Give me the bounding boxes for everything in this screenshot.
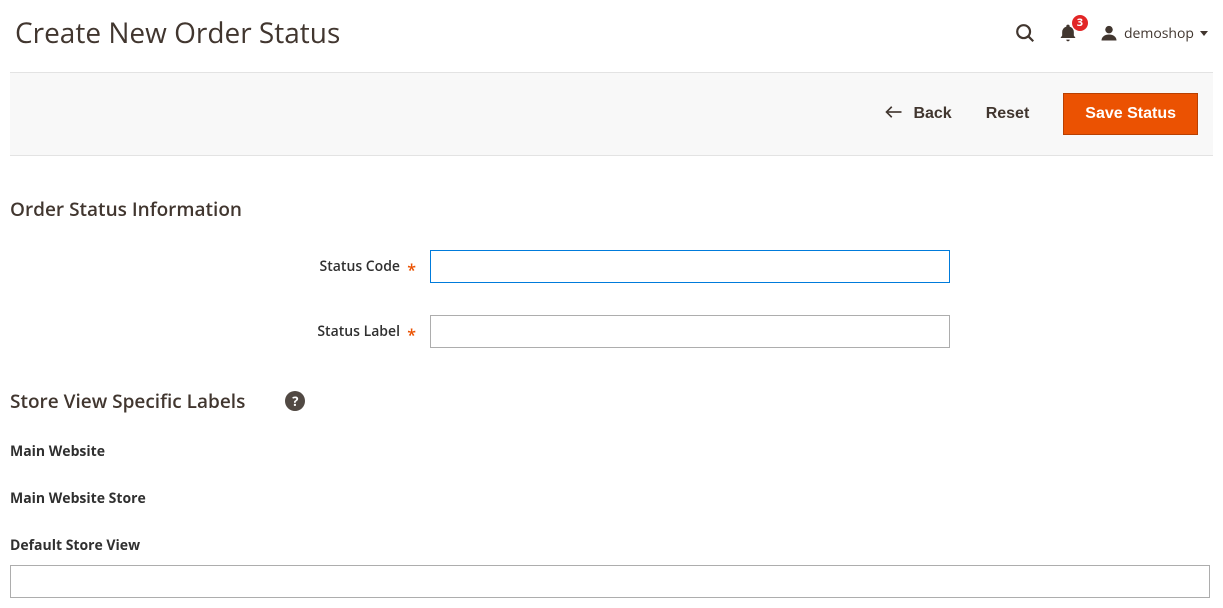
website-label: Main Website — [10, 442, 1213, 461]
notifications-button[interactable]: 3 — [1058, 22, 1078, 44]
notification-count-badge: 3 — [1072, 15, 1088, 31]
store-labels-heading: Store View Specific Labels — [10, 388, 245, 414]
search-icon[interactable] — [1014, 22, 1036, 44]
status-label-input[interactable] — [430, 315, 950, 348]
store-label: Main Website Store — [10, 489, 1213, 508]
user-icon — [1100, 24, 1118, 42]
back-button[interactable]: Back — [885, 105, 951, 124]
username-label: demoshop — [1124, 24, 1194, 43]
user-menu[interactable]: demoshop — [1100, 24, 1208, 43]
order-status-info-heading: Order Status Information — [10, 196, 1213, 222]
store-view-input[interactable] — [10, 565, 1210, 598]
save-status-button[interactable]: Save Status — [1063, 93, 1198, 135]
back-button-label: Back — [913, 105, 951, 123]
actions-toolbar: Back Reset Save Status — [10, 72, 1213, 156]
status-code-input[interactable] — [430, 250, 950, 283]
status-code-label: Status Code — [10, 257, 430, 276]
help-icon[interactable]: ? — [285, 391, 305, 411]
reset-button-label: Reset — [986, 105, 1030, 123]
chevron-down-icon — [1200, 31, 1208, 36]
store-view-label: Default Store View — [10, 536, 1213, 555]
status-label-label: Status Label — [10, 322, 430, 341]
reset-button[interactable]: Reset — [986, 105, 1030, 123]
arrow-left-icon — [885, 105, 903, 124]
page-title: Create New Order Status — [15, 14, 340, 52]
